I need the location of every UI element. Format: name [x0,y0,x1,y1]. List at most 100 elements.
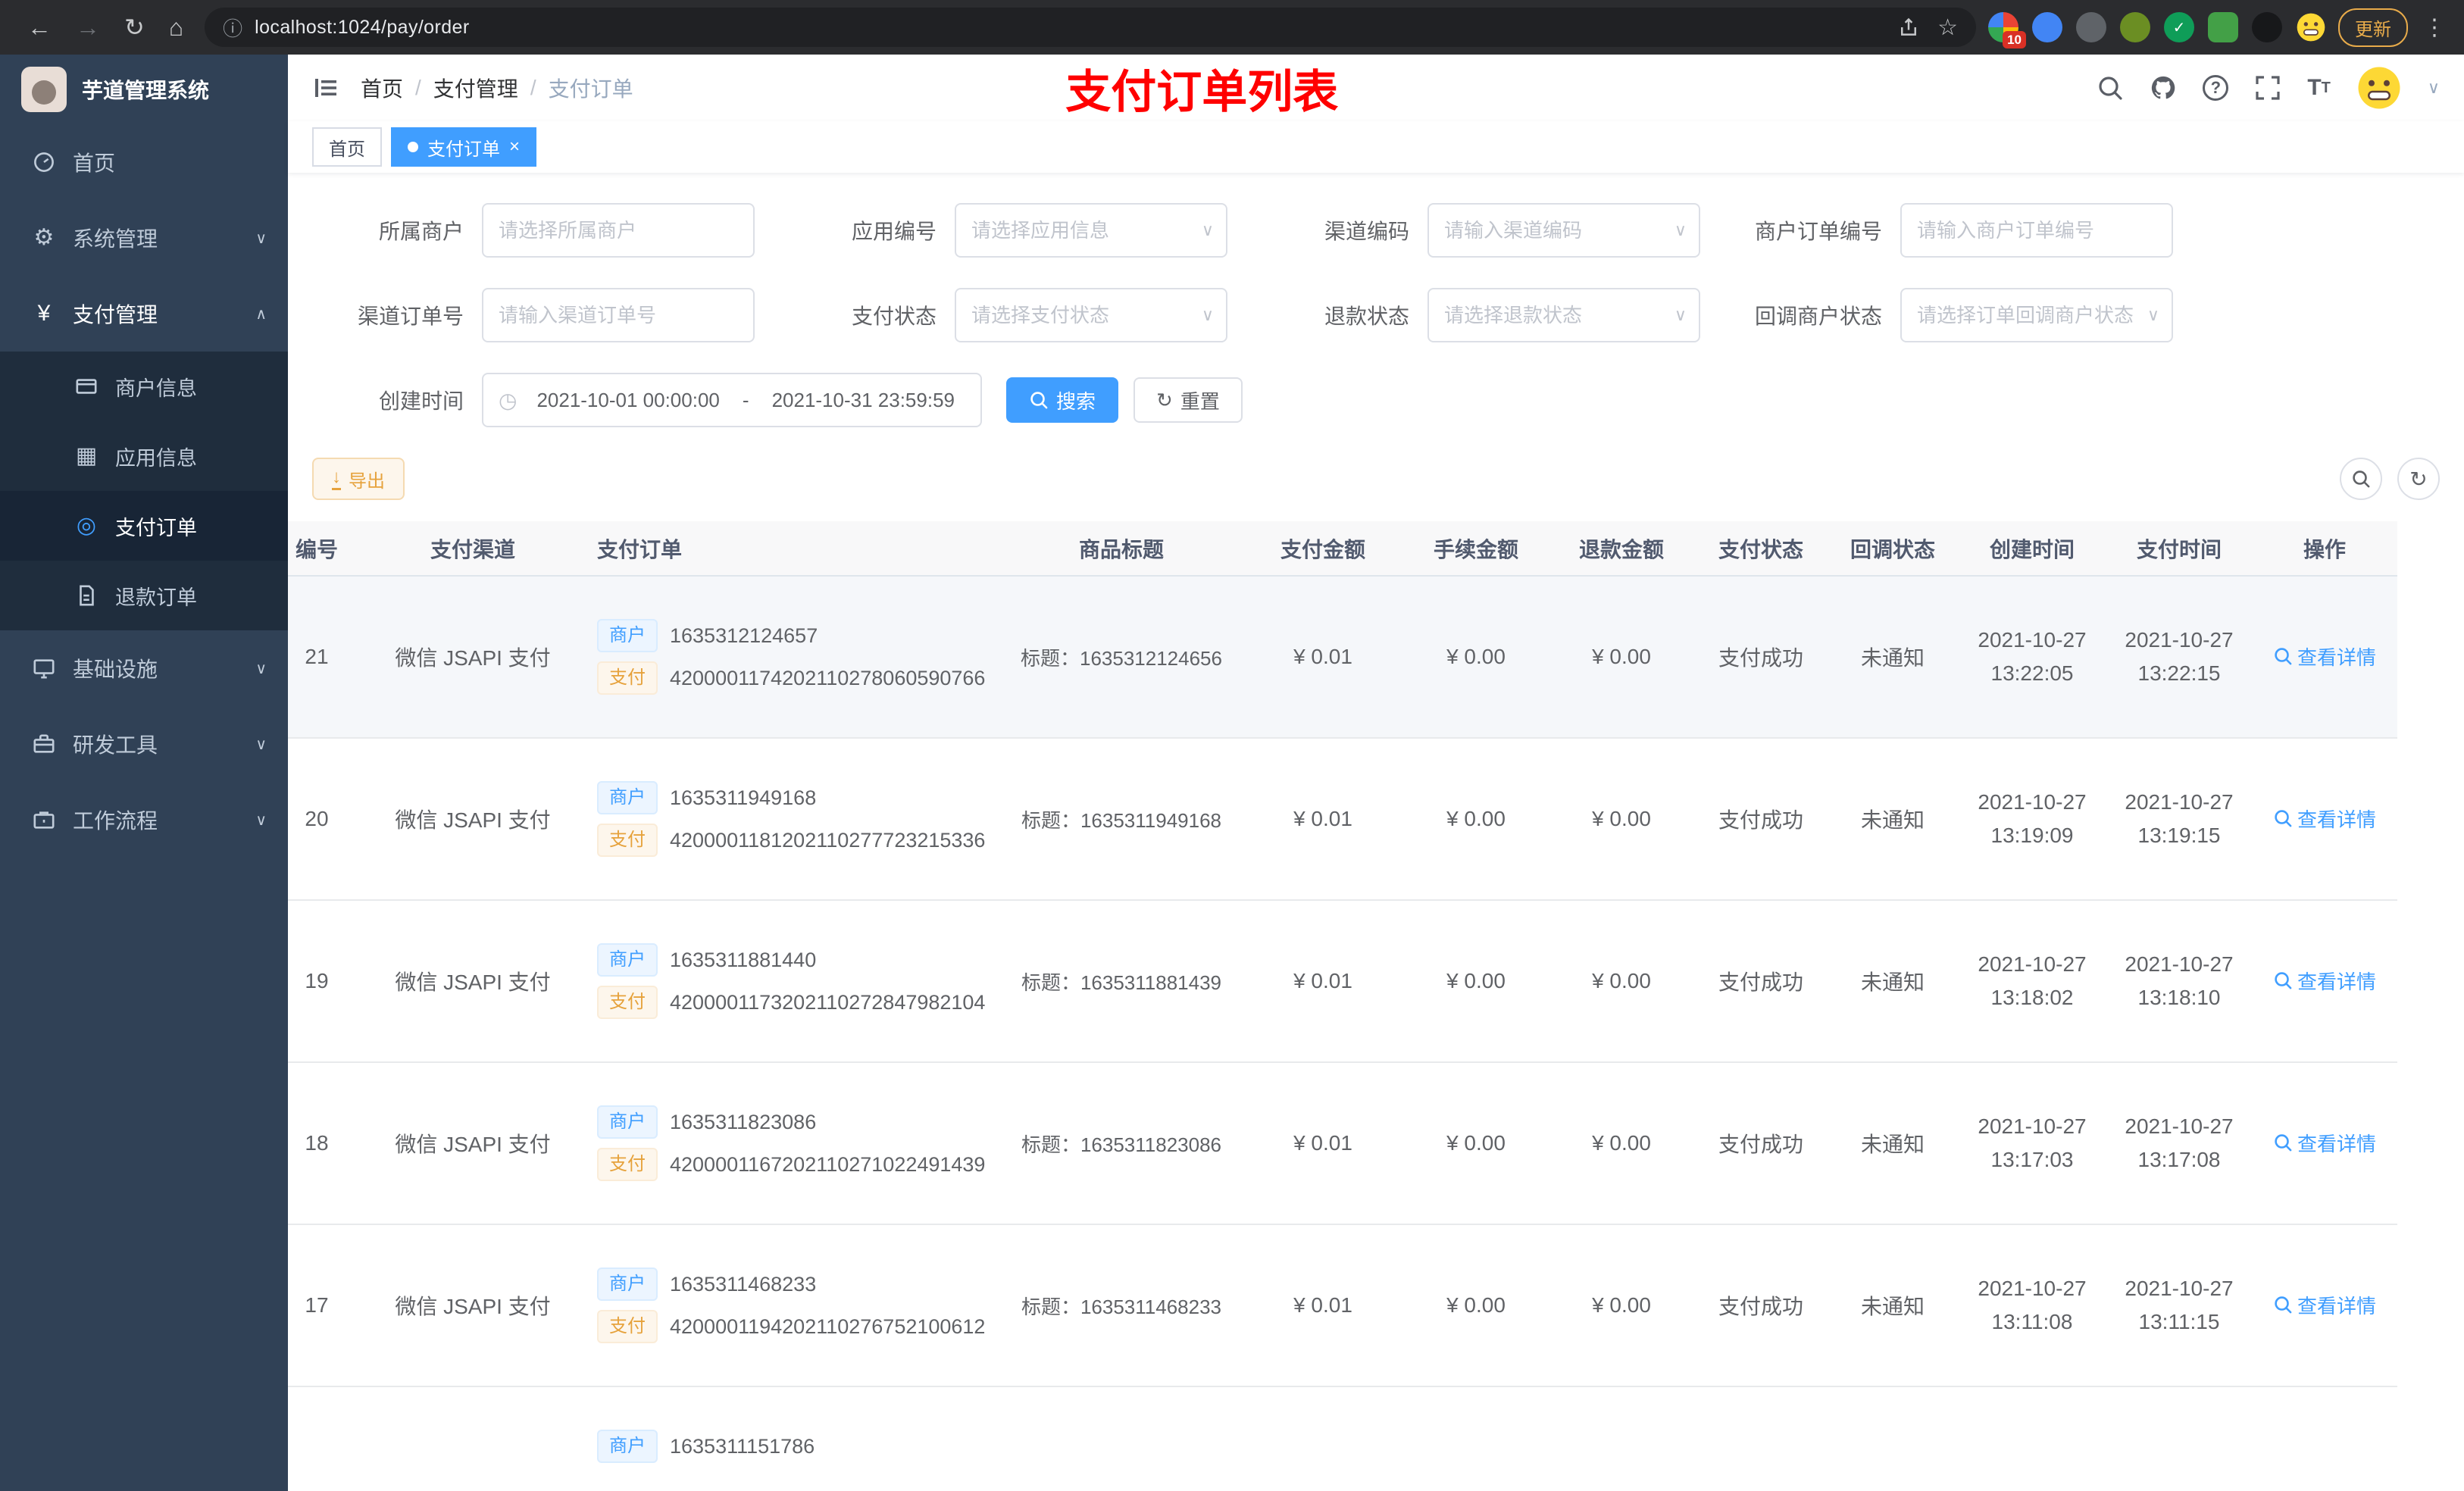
extension-icon-colorful[interactable]: 10 [1988,12,2026,48]
extension-icon-green-check[interactable]: ✓ [2164,12,2194,42]
filter-control[interactable] [1900,203,2173,258]
view-detail-link[interactable]: 查看详情 [2273,642,2376,670]
filter-input[interactable] [1917,303,2156,327]
cell-pay-amount: ¥ 0.01 [1243,1224,1403,1387]
filter-input[interactable] [971,218,1211,242]
close-icon[interactable]: × [509,138,520,156]
search-icon[interactable] [2097,74,2124,102]
sidebar-logo[interactable]: 芋道管理系统 [0,55,288,124]
extension-icon-olive[interactable] [2120,12,2150,42]
search-icon [1030,392,1048,409]
reset-button[interactable]: ↻ 重置 [1134,377,1243,423]
sidebar-item-pay-order[interactable]: ◎ 支付订单 [0,491,288,561]
pay-tag: 支付 [597,986,658,1019]
filter-input[interactable] [499,218,738,242]
sidebar-item-home[interactable]: 首页 [0,124,288,200]
extension-icon-blue[interactable] [2032,12,2062,42]
payment-submenu: 商户信息 ▦ 应用信息 ◎ 支付订单 退款订单 [0,352,288,630]
sidebar-item-dev-tools[interactable]: 研发工具 ∨ [0,706,288,782]
extension-icon-gray[interactable] [2076,12,2106,42]
filter-input[interactable] [971,303,1211,327]
cell-notify-status [1828,1386,1958,1491]
filter-control[interactable]: ∨ [1427,203,1700,258]
filter-input[interactable] [499,303,738,327]
cell-channel: 微信 JSAPI 支付 [364,1062,582,1225]
github-icon[interactable] [2150,74,2177,102]
view-detail-link[interactable]: 查看详情 [2273,967,2376,995]
user-dropdown-caret-icon[interactable]: ∨ [2428,78,2440,98]
view-detail-link[interactable]: 查看详情 [2273,1129,2376,1157]
filter-input[interactable] [1917,218,2156,242]
date-range-picker[interactable]: ◷ 2021-10-01 00:00:00 - 2021-10-31 23:59… [482,373,982,427]
browser-menu-icon[interactable]: ⋮ [2420,14,2449,41]
filter-control[interactable] [482,288,755,342]
chevron-down-icon: ∨ [255,811,267,829]
share-icon[interactable] [1898,17,1919,38]
site-info-icon[interactable]: ⓘ [223,14,242,42]
monitor-icon [30,657,58,680]
breadcrumb-section[interactable]: 支付管理 [433,73,518,103]
refresh-table-button[interactable]: ↻ [2397,458,2440,500]
cell-refund-amount: ¥ 0.00 [1549,738,1694,901]
extension-icon-dark[interactable] [2252,12,2282,42]
filter-control[interactable]: ∨ [1900,288,2173,342]
merchant-order-no: 1635311151786 [670,1434,815,1458]
app-title: 芋道管理系统 [82,79,210,102]
sidebar-item-refund-order[interactable]: 退款订单 [0,561,288,630]
filter-control[interactable]: ∨ [955,203,1227,258]
view-detail-link[interactable]: 查看详情 [2273,805,2376,833]
app-frame: 芋道管理系统 首页 ⚙ 系统管理 ∨ ¥ 支付管理 ∧ 商户信息 ▦ 应用信息 [0,55,2464,1491]
pay-tag: 支付 [597,1148,658,1181]
search-button[interactable]: 搜索 [1006,377,1119,423]
help-icon[interactable]: ? [2203,75,2229,101]
cell-create-time: 2021-10-27 13:22:05 [1958,576,2106,739]
filter-input[interactable] [1444,303,1684,327]
magnifier-icon [2275,1296,2292,1314]
sidebar-item-app-info[interactable]: ▦ 应用信息 [0,421,288,491]
tab-pay-order[interactable]: 支付订单 × [391,127,537,167]
cell-pay-time: 2021-10-27 13:22:15 [2106,576,2252,739]
merchant-tag: 商户 [597,943,658,977]
filter-input[interactable] [1444,218,1684,242]
sidebar-fold-icon[interactable] [312,74,339,102]
magnifier-icon [2275,1134,2292,1152]
pay-tag: 支付 [597,1310,658,1343]
breadcrumb-home[interactable]: 首页 [361,73,403,103]
cell-order-numbers: 商户 1635311468233 支付 42000011942021102767… [582,1224,1000,1387]
reload-icon[interactable]: ↻ [124,15,145,39]
cell-pay-status: 支付成功 [1694,738,1828,901]
address-bar[interactable]: ⓘ localhost:1024/pay/order ☆ [205,8,1976,47]
sidebar-item-merchant-info[interactable]: 商户信息 [0,352,288,421]
export-button[interactable]: ↓ 导出 [312,458,405,500]
sidebar-item-system[interactable]: ⚙ 系统管理 ∨ [0,200,288,276]
user-avatar[interactable] [2356,65,2402,111]
cell-order-numbers: 商户 1635311881440 支付 42000011732021102728… [582,900,1000,1063]
forward-icon[interactable]: → [76,15,100,39]
tab-home[interactable]: 首页 [312,127,382,167]
home-icon[interactable]: ⌂ [169,15,183,39]
date-end-value[interactable]: 2021-10-31 23:59:59 [761,389,965,412]
view-detail-link[interactable]: 查看详情 [2273,1291,2376,1319]
bookmark-star-icon[interactable]: ☆ [1937,14,1958,41]
date-start-value[interactable]: 2021-10-01 00:00:00 [526,389,730,412]
toggle-search-button[interactable] [2340,458,2382,500]
fullscreen-icon[interactable] [2254,74,2281,102]
channel-order-no: 4200001167202110271022491439 [670,1152,986,1176]
filter-control[interactable]: ∨ [1427,288,1700,342]
filter-form: 所属商户 应用编号 ∨ 渠道编码 ∨ [312,173,2222,373]
sidebar-item-workflow[interactable]: 工作流程 ∨ [0,782,288,858]
filter-field: 渠道编码 ∨ [1258,203,1731,258]
sidebar-item-infra[interactable]: 基础设施 ∨ [0,630,288,706]
filter-control[interactable] [482,203,755,258]
cell-order-numbers: 商户 1635311823086 支付 42000011672021102710… [582,1062,1000,1225]
profile-avatar-emoji[interactable] [2296,12,2326,42]
back-icon[interactable]: ← [27,15,52,39]
sidebar-item-payment[interactable]: ¥ 支付管理 ∧ [0,276,288,352]
browser-update-button[interactable]: 更新 [2338,8,2408,47]
font-size-icon[interactable]: TT [2307,75,2331,101]
filter-control[interactable]: ∨ [955,288,1227,342]
merchant-tag: 商户 [597,1105,658,1139]
extension-icon-green-chat[interactable] [2208,12,2238,42]
filter-label: 渠道编码 [1324,220,1409,243]
url-text[interactable]: localhost:1024/pay/order [255,17,1886,39]
